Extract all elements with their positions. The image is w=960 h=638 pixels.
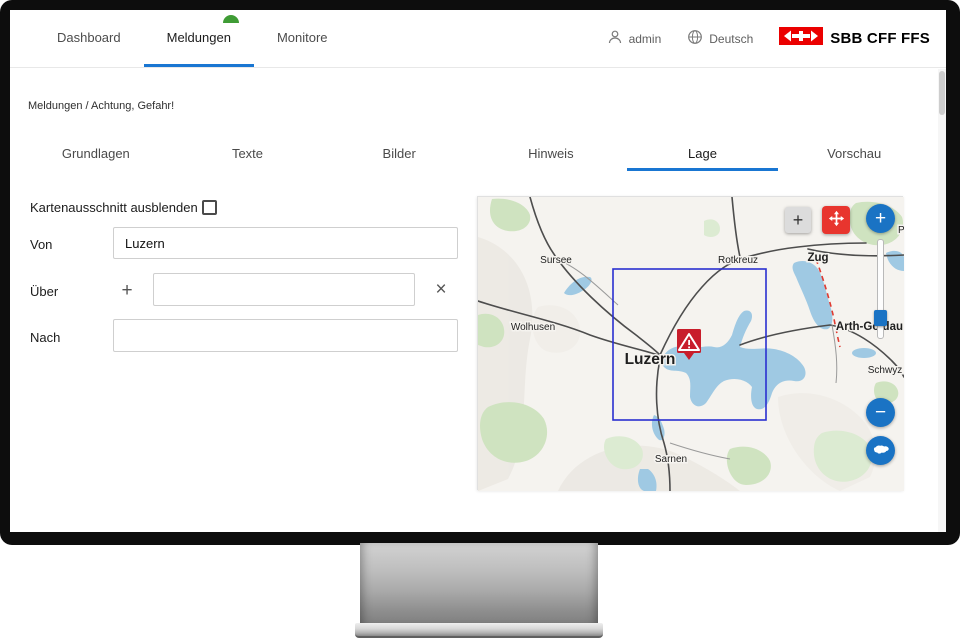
map-pan-button[interactable] (822, 206, 850, 234)
nav-right: admin Deutsch SBB CFF FFS (607, 10, 946, 67)
page: Dashboard Meldungen Monitore admin (0, 0, 960, 638)
zoom-slider-handle[interactable] (874, 310, 887, 326)
tab-bar: Grundlagen Texte Bilder Hinweis Lage Vor… (20, 138, 930, 171)
close-icon: × (435, 280, 446, 299)
tab-lage[interactable]: Lage (627, 138, 779, 171)
map-label-zug: Zug (807, 252, 828, 264)
map-label-wolhusen: Wolhusen (511, 322, 555, 333)
nav-item-label: Meldungen (167, 30, 231, 45)
language-label: Deutsch (709, 32, 753, 46)
monitor-bezel: Dashboard Meldungen Monitore admin (0, 0, 960, 545)
move-icon (828, 210, 845, 230)
map-label-schwyz: Schwyz (868, 365, 902, 376)
map-label-sarnen: Sarnen (655, 454, 687, 465)
ueber-input[interactable] (153, 273, 415, 306)
map-expand-button[interactable]: + (785, 207, 811, 233)
von-label: Von (30, 237, 52, 252)
clear-via-button[interactable]: × (430, 278, 452, 300)
tab-texte[interactable]: Texte (172, 138, 324, 171)
nav-item-label: Monitore (277, 30, 328, 45)
map-label-arth-goldau: Arth-Goldau (836, 321, 903, 333)
map-label-pf: Pf (898, 225, 904, 236)
map-container[interactable]: Sursee Rotkreuz Zug Wolhusen Luzern Arth… (477, 196, 903, 490)
plus-icon: + (875, 208, 886, 230)
map-label-rotkreuz: Rotkreuz (718, 255, 758, 266)
scrollbar-thumb[interactable] (939, 71, 945, 115)
zoom-out-button[interactable]: − (866, 398, 895, 427)
tab-hinweis[interactable]: Hinweis (475, 138, 627, 171)
hide-map-label: Kartenausschnitt ausblenden (30, 200, 198, 215)
map-canvas[interactable]: Sursee Rotkreuz Zug Wolhusen Luzern Arth… (478, 197, 904, 491)
ueber-label: Über (30, 284, 58, 299)
von-input[interactable] (113, 227, 458, 259)
nach-input[interactable] (113, 319, 458, 352)
plus-icon: + (793, 210, 804, 231)
breadcrumb: Meldungen / Achtung, Gefahr! (28, 100, 174, 112)
nach-label: Nach (30, 330, 60, 345)
nav-item-dashboard[interactable]: Dashboard (34, 10, 144, 67)
plus-icon: + (121, 281, 132, 300)
monitor-stand-neck (360, 543, 598, 625)
meldungen-badge (223, 15, 239, 23)
nav-item-meldungen[interactable]: Meldungen (144, 10, 254, 67)
sbb-logo: SBB CFF FFS (779, 27, 930, 50)
minus-icon: − (875, 402, 886, 424)
monitor-stand-base (355, 623, 603, 638)
user-label: admin (629, 32, 662, 46)
tab-label: Lage (688, 146, 717, 161)
tab-vorschau[interactable]: Vorschau (778, 138, 930, 171)
nav-item-monitore[interactable]: Monitore (254, 10, 351, 67)
language-menu[interactable]: Deutsch (687, 29, 753, 48)
zoom-in-button[interactable]: + (866, 204, 895, 233)
user-menu[interactable]: admin (607, 29, 662, 48)
sbb-logo-text: SBB CFF FFS (830, 30, 930, 47)
add-via-button[interactable]: + (116, 279, 138, 301)
nav-item-label: Dashboard (57, 30, 121, 45)
map-label-luzern: Luzern (625, 351, 676, 368)
tab-label: Hinweis (528, 146, 574, 161)
tab-bilder[interactable]: Bilder (323, 138, 475, 171)
top-nav: Dashboard Meldungen Monitore admin (10, 10, 946, 68)
tab-label: Bilder (383, 146, 416, 161)
switzerland-extent-button[interactable] (866, 436, 895, 465)
sbb-logo-mark-icon (779, 27, 823, 50)
tab-grundlagen[interactable]: Grundlagen (20, 138, 172, 171)
tab-label: Vorschau (827, 146, 881, 161)
scrollbar[interactable] (938, 69, 946, 532)
tab-label: Grundlagen (62, 146, 130, 161)
switzerland-icon (872, 440, 890, 462)
hide-map-checkbox[interactable] (202, 200, 217, 215)
tab-label: Texte (232, 146, 263, 161)
person-icon (607, 29, 623, 48)
map-label-sursee: Sursee (540, 255, 572, 266)
globe-icon (687, 29, 703, 48)
screen: Dashboard Meldungen Monitore admin (10, 10, 946, 532)
lake-lauerz (852, 348, 876, 358)
